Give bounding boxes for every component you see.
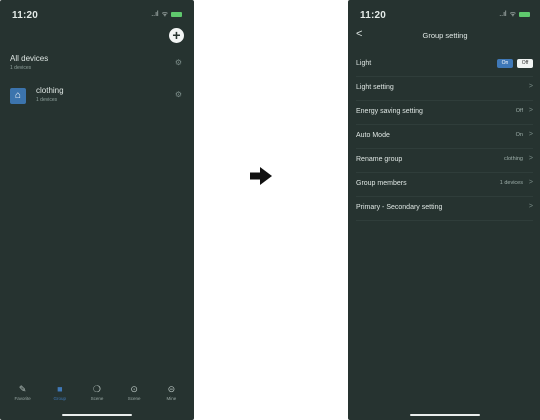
toggle-off-button[interactable]: Off	[517, 59, 533, 68]
nav-header: < Group setting	[348, 26, 540, 44]
tab-bar: ✎ Favorite ■ Group ❍ Scene ⊙ Scene ⊝ Mine	[0, 384, 194, 406]
setting-label: Energy saving setting	[356, 108, 423, 115]
tab-icon: ⊙	[130, 384, 138, 394]
toggle-on-button[interactable]: On	[497, 59, 513, 68]
status-bar: 11:20 ..ıl ᯤ	[0, 8, 194, 22]
signal-icon: ..ıl	[151, 11, 159, 18]
setting-row[interactable]: Light On Off	[356, 52, 533, 77]
wifi-icon: ᯤ	[509, 11, 516, 18]
tab-icon: ⊝	[167, 384, 176, 394]
tab-icon: ■	[57, 384, 63, 394]
wifi-icon: ᯤ	[161, 11, 168, 18]
tab-icon: ✎	[18, 384, 27, 394]
status-bar: 11:20 ..ıl ᯤ	[348, 8, 540, 22]
setting-label: Group members	[356, 180, 407, 187]
tab-3[interactable]: ⊙ Scene	[118, 384, 150, 406]
home-indicator	[62, 414, 132, 416]
tab-label: Scene	[127, 396, 141, 401]
chevron-right-icon: >	[528, 203, 533, 210]
chevron-right-icon: >	[528, 83, 533, 90]
page-title: Group setting	[422, 31, 468, 40]
setting-label: Rename group	[356, 156, 403, 163]
group-count: 1 devices	[36, 97, 58, 103]
setting-label: Light	[356, 60, 372, 67]
setting-value: Off	[515, 108, 523, 114]
tab-label: Scene	[90, 396, 104, 401]
group-title: clothing	[36, 86, 64, 95]
arrow-right-icon	[250, 167, 272, 185]
setting-row[interactable]: Primary - Secondary setting >	[356, 196, 533, 221]
battery-icon	[519, 12, 530, 17]
tab-icon: ❍	[92, 384, 101, 394]
all-devices-title: All devices	[10, 54, 49, 63]
setting-row[interactable]: Rename group clothing >	[356, 148, 533, 173]
setting-row[interactable]: Light setting >	[356, 76, 533, 101]
tab-1[interactable]: ■ Group	[44, 384, 76, 406]
tab-2[interactable]: ❍ Scene	[81, 384, 113, 406]
tab-label: Mine	[166, 396, 177, 401]
status-time: 11:20	[360, 10, 387, 21]
add-button[interactable]: +	[169, 28, 184, 43]
setting-row[interactable]: Energy saving setting Off >	[356, 100, 533, 125]
chevron-right-icon: >	[528, 179, 533, 186]
tab-4[interactable]: ⊝ Mine	[155, 384, 187, 406]
gear-icon[interactable]: ⚙	[175, 58, 182, 67]
chevron-right-icon: >	[528, 155, 533, 162]
setting-label: Light setting	[356, 84, 394, 91]
group-icon: ⌂	[10, 88, 26, 104]
setting-value: clothing	[504, 156, 523, 162]
setting-row[interactable]: Auto Mode On >	[356, 124, 533, 149]
chevron-right-icon: >	[528, 107, 533, 114]
group-row-clothing[interactable]: ⌂ clothing 1 devices ⚙	[10, 86, 182, 108]
chevron-right-icon: >	[528, 131, 533, 138]
all-devices-row[interactable]: All devices 1 devices ⚙	[10, 54, 182, 76]
setting-label: Primary - Secondary setting	[356, 204, 443, 211]
device-list-screen: 11:20 ..ıl ᯤ + All devices 1 devices ⚙ ⌂…	[0, 0, 194, 420]
setting-row[interactable]: Group members 1 devices >	[356, 172, 533, 197]
signal-icon: ..ıl	[499, 11, 507, 18]
setting-label: Auto Mode	[356, 132, 390, 139]
battery-icon	[171, 12, 182, 17]
light-toggle[interactable]: On Off	[497, 59, 533, 68]
status-time: 11:20	[12, 10, 39, 21]
setting-value: On	[515, 132, 523, 138]
setting-value: 1 devices	[499, 180, 523, 186]
gear-icon[interactable]: ⚙	[175, 90, 182, 99]
all-devices-count: 1 devices	[10, 65, 32, 71]
tab-label: Favorite	[14, 396, 31, 401]
tab-0[interactable]: ✎ Favorite	[7, 384, 39, 406]
home-indicator	[410, 414, 480, 416]
tab-label: Group	[53, 396, 67, 401]
group-setting-screen: 11:20 ..ıl ᯤ < Group setting Light On Off L…	[348, 0, 540, 420]
